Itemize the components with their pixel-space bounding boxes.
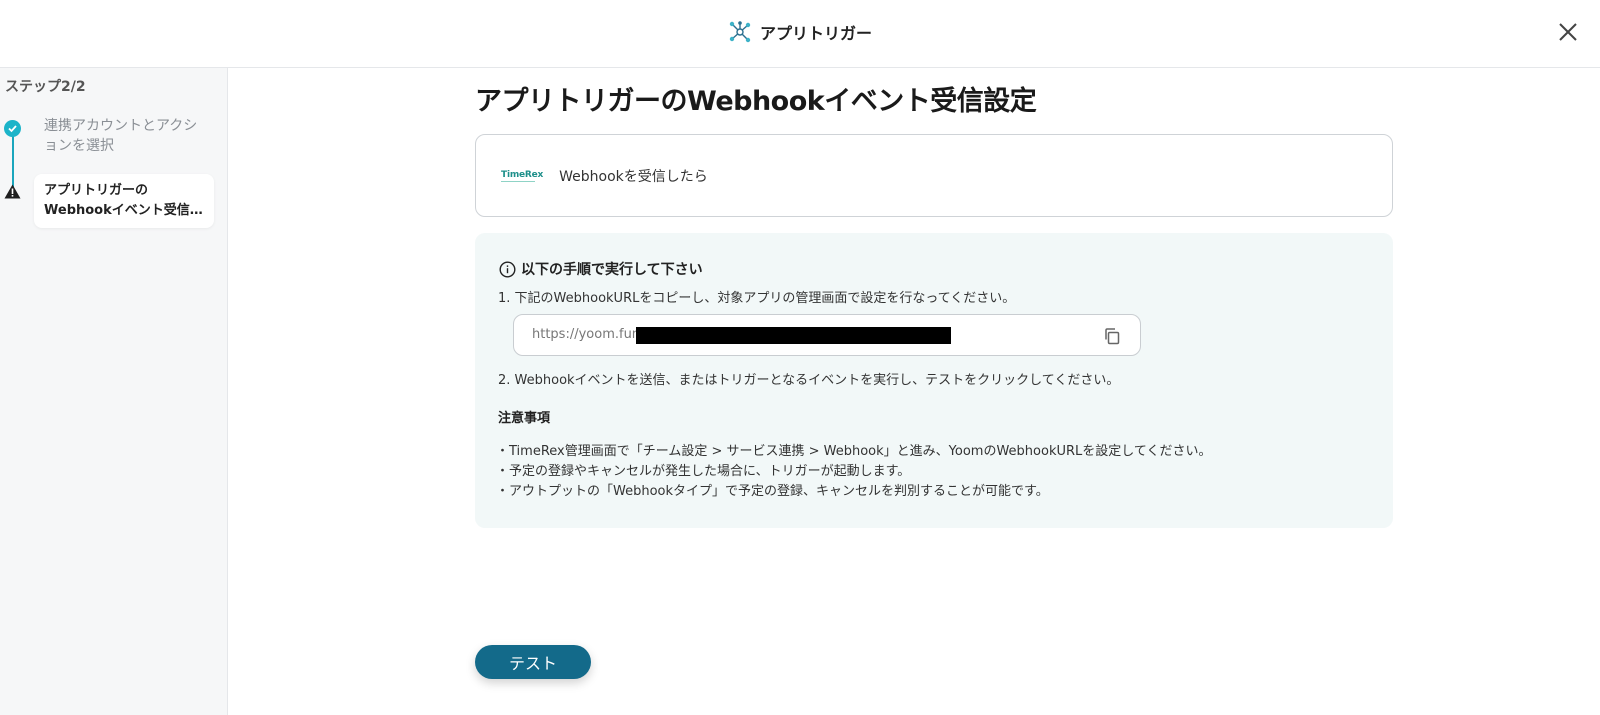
step-connector-line bbox=[12, 130, 14, 192]
instruction-step-1: 1. 下記のWebhookURLをコピーし、対象アプリの管理画面で設定を行なって… bbox=[498, 291, 1016, 306]
redacted-url-part bbox=[636, 327, 951, 344]
note-item: ・予定の登録やキャンセルが発生した場合に、トリガーが起動します。 bbox=[496, 464, 911, 479]
sidebar-step-label-line1: アプリトリガーの bbox=[44, 183, 149, 198]
instructions-heading: 以下の手順で実行して下さい bbox=[499, 259, 703, 279]
page-title: アプリトリガーのWebhookイベント受信設定 bbox=[475, 86, 1037, 117]
step-sidebar: ステップ2/2 連携アカウントとアクションを選択 アプリトリガーの Webhoo… bbox=[0, 68, 228, 715]
header-title: アプリトリガー bbox=[759, 24, 872, 43]
instructions-panel: 以下の手順で実行して下さい 1. 下記のWebhookURLをコピーし、対象アプ… bbox=[475, 233, 1393, 528]
sidebar-step-webhook-setting[interactable]: アプリトリガーの Webhookイベント受信... bbox=[34, 174, 214, 228]
test-button[interactable]: テスト bbox=[475, 645, 591, 679]
main-content: アプリトリガーのWebhookイベント受信設定 TimeRex Webhookを… bbox=[475, 80, 1393, 528]
note-item: ・アウトプットの「Webhookタイプ」で予定の登録、キャンセルを判別することが… bbox=[496, 484, 1049, 499]
network-nodes-icon bbox=[729, 21, 751, 43]
note-item: ・TimeRex管理画面で「チーム設定 > サービス連携 > Webhook」と… bbox=[496, 444, 1212, 459]
step-count: ステップ2/2 bbox=[5, 79, 86, 95]
trigger-label: Webhookを受信したら bbox=[559, 168, 708, 185]
timerex-logo: TimeRex bbox=[501, 170, 543, 182]
timerex-logo-text: TimeRex bbox=[501, 169, 544, 180]
header-title-group: アプリトリガー bbox=[0, 20, 1600, 44]
copy-icon[interactable] bbox=[1102, 326, 1122, 346]
trigger-card[interactable]: TimeRex Webhookを受信したら bbox=[475, 134, 1393, 217]
sidebar-step-label-line2: Webhookイベント受信... bbox=[44, 203, 204, 218]
webhook-url-text: https://yoom.fun/ bbox=[532, 327, 645, 342]
instructions-heading-text: 以下の手順で実行して下さい bbox=[521, 262, 703, 278]
webhook-url-field[interactable]: https://yoom.fun/ bbox=[513, 314, 1141, 356]
sidebar-step-account-action[interactable]: 連携アカウントとアクションを選択 bbox=[44, 116, 204, 156]
notes-heading: 注意事項 bbox=[498, 411, 551, 426]
warning-icon bbox=[4, 184, 21, 199]
close-icon[interactable] bbox=[1554, 18, 1582, 46]
check-icon bbox=[4, 120, 21, 137]
instruction-step-2: 2. Webhookイベントを送信、またはトリガーとなるイベントを実行し、テスト… bbox=[498, 373, 1120, 388]
top-bar: アプリトリガー bbox=[0, 0, 1600, 68]
info-icon bbox=[499, 260, 516, 278]
